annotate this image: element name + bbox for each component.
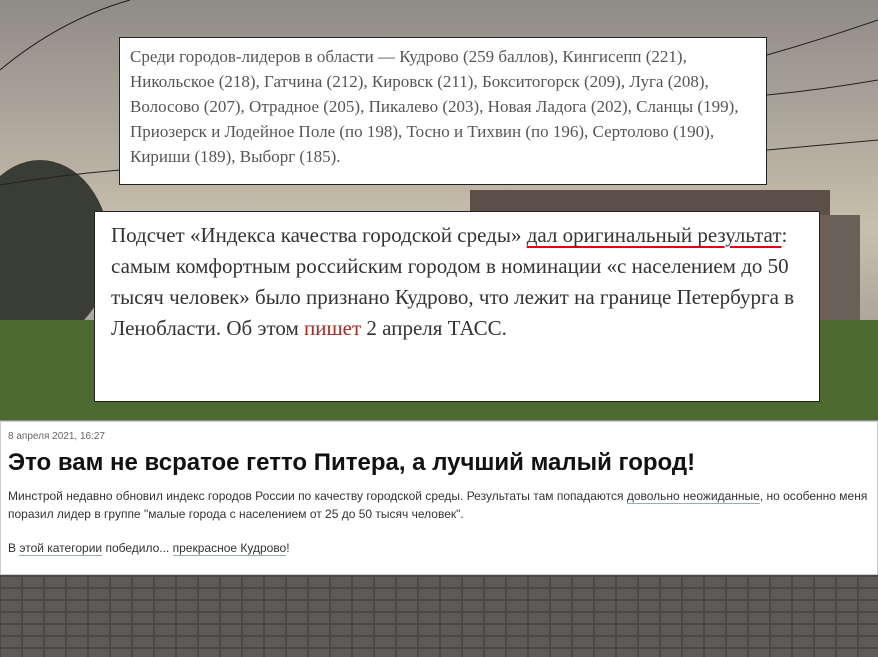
index-text-start: Подсчет «Индекса качества городской сред… <box>111 223 527 247</box>
post-headline[interactable]: Это вам не всратое гетто Питера, а лучши… <box>8 447 870 479</box>
original-result-link[interactable]: дал оригинальный результат <box>527 223 782 247</box>
post-date: 8 апреля 2021, 16:27 <box>8 431 105 442</box>
index-text-end: 2 апреля ТАСС. <box>361 316 507 340</box>
p2-text-b: победило... <box>102 541 173 555</box>
p1-text-a: Минстрой недавно обновил индекс городов … <box>8 489 627 503</box>
blog-post-card: 8 апреля 2021, 16:27 Это вам не всратое … <box>0 421 878 575</box>
post-paragraph-2: В этой категории победило... прекрасное … <box>8 539 870 557</box>
article-excerpt-leaders: Среди городов-лидеров в области — Кудров… <box>119 37 767 185</box>
article-excerpt-index: Подсчет «Индекса качества городской сред… <box>94 211 820 402</box>
source-link[interactable]: пишет <box>304 316 361 340</box>
post-paragraph-1: Минстрой недавно обновил индекс городов … <box>8 487 870 523</box>
p2-text-c: ! <box>286 541 290 555</box>
unexpected-results-link[interactable]: довольно неожиданные <box>626 489 760 504</box>
kudrovo-link[interactable]: прекрасное Кудрово <box>172 541 287 556</box>
category-link[interactable]: этой категории <box>19 541 103 556</box>
leaders-text: Среди городов-лидеров в области — Кудров… <box>130 47 739 166</box>
p2-text-a: В <box>8 541 20 555</box>
